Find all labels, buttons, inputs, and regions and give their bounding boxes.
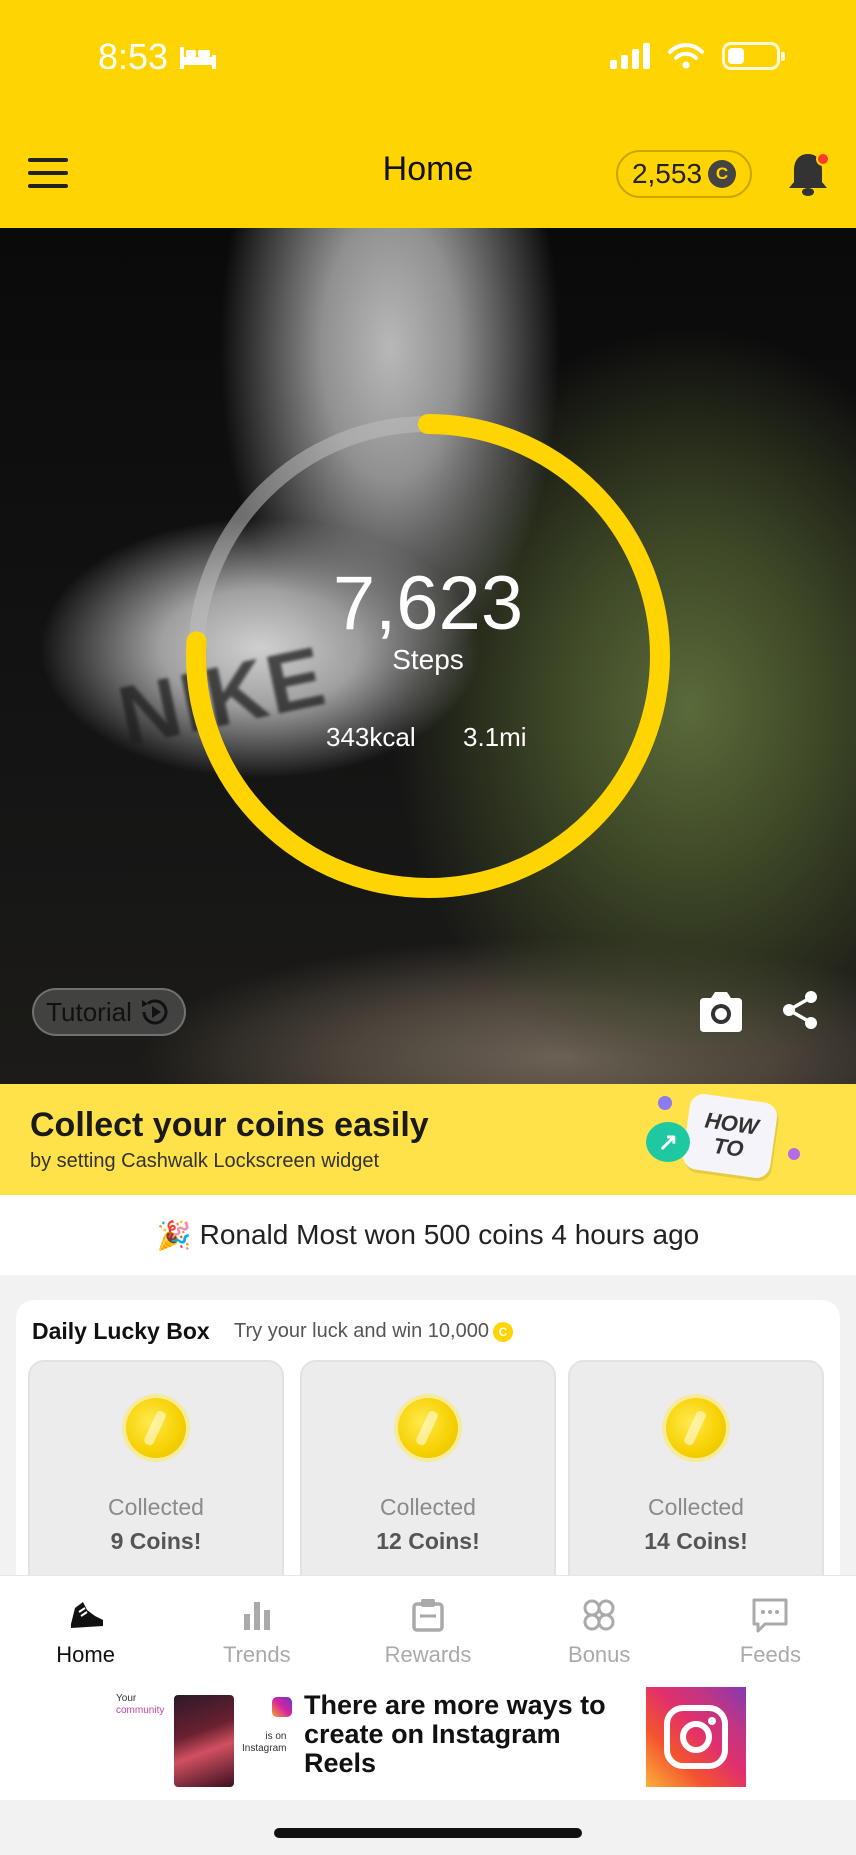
box-reward: 12 Coins! xyxy=(376,1528,480,1554)
ad-instagram: Instagram xyxy=(242,1743,287,1754)
banner-headline: Collect your coins easily xyxy=(30,1106,429,1144)
cellular-signal-icon xyxy=(610,43,650,69)
box-reward: 14 Coins! xyxy=(644,1528,748,1554)
status-icons xyxy=(610,42,785,70)
how-to-card[interactable]: HOW TO xyxy=(681,1092,779,1180)
status-time-text: 8:53 xyxy=(98,36,169,77)
lockscreen-widget-banner[interactable]: Collect your coins easily by setting Cas… xyxy=(0,1084,856,1195)
steps-hero: NIKE 7,623 Steps 343kcal 3.1mi Tutorial xyxy=(0,228,856,1084)
ad-community-text: community xyxy=(116,1705,165,1716)
daily-lucky-box: Daily Lucky Box Try your luck and win 10… xyxy=(16,1300,840,1600)
steps-label: Steps xyxy=(392,644,464,675)
tab-trends[interactable]: Trends xyxy=(171,1576,342,1685)
ad-your-text: Your xyxy=(116,1693,137,1704)
replay-icon xyxy=(141,999,168,1025)
lucky-box-title: Daily Lucky Box xyxy=(32,1318,210,1344)
coin-icon: C xyxy=(708,160,737,188)
sneaker-icon xyxy=(70,1601,103,1628)
header-area: 8:53 Home 2,553 C xyxy=(0,0,856,228)
winner-text: Ronald Most won 500 coins 4 hours ago xyxy=(199,1219,700,1250)
distance-value: 3.1mi xyxy=(463,722,527,752)
tab-bonus[interactable]: Bonus xyxy=(514,1576,685,1685)
lucky-box-item[interactable]: Collected 9 Coins! xyxy=(28,1360,284,1600)
share-icon[interactable] xyxy=(780,990,820,1030)
gold-coin-icon xyxy=(398,1398,458,1458)
clover-icon xyxy=(583,1599,615,1630)
clipboard-icon xyxy=(412,1598,444,1632)
ad-is-on-text: is on Instagram xyxy=(242,1731,286,1755)
tab-label: Feeds xyxy=(739,1641,801,1667)
gold-coin-icon xyxy=(126,1398,186,1458)
status-time: 8:53 xyxy=(98,36,218,78)
ad-headline: There are more ways to create on Instagr… xyxy=(304,1690,606,1778)
box-reward: 9 Coins! xyxy=(110,1528,202,1554)
box-status: Collected xyxy=(380,1494,476,1520)
banner-subline: by setting Cashwalk Lockscreen widget xyxy=(30,1150,380,1172)
ad-is-on: is on xyxy=(265,1731,287,1742)
tab-home[interactable]: Home xyxy=(0,1576,171,1685)
notification-badge xyxy=(816,152,830,166)
instagram-logo-icon xyxy=(646,1687,746,1787)
coin-balance: 2,553 xyxy=(631,158,703,189)
party-popper-icon: 🎉 xyxy=(156,1219,192,1251)
tab-rewards[interactable]: Rewards xyxy=(342,1576,513,1685)
decoration-dot xyxy=(788,1148,800,1160)
tutorial-label: Tutorial xyxy=(46,996,132,1027)
lucky-box-item[interactable]: Collected 14 Coins! xyxy=(568,1360,824,1600)
ad-banner[interactable]: Your community is on Instagram There are… xyxy=(0,1685,856,1800)
tab-label: Rewards xyxy=(384,1641,472,1667)
kcal-value: 343kcal xyxy=(326,722,416,752)
gold-coin-icon xyxy=(666,1398,726,1458)
bottom-tab-bar: Home Trends Rewards Bonus Feeds xyxy=(0,1575,856,1685)
lucky-box-subtitle-text: Try your luck and win 10,000 xyxy=(234,1320,489,1342)
tab-label: Trends xyxy=(222,1641,291,1667)
tab-label: Home xyxy=(56,1641,115,1667)
home-indicator[interactable] xyxy=(274,1828,582,1838)
chat-icon xyxy=(752,1598,788,1632)
arrow-up-right-icon: ↗ xyxy=(646,1122,690,1162)
coin-icon: C xyxy=(492,1321,513,1342)
tutorial-button[interactable]: Tutorial xyxy=(32,988,186,1036)
lucky-box-item[interactable]: Collected 12 Coins! xyxy=(300,1360,556,1600)
winner-ticker: 🎉 Ronald Most won 500 coins 4 hours ago xyxy=(0,1195,856,1275)
tab-feeds[interactable]: Feeds xyxy=(685,1576,856,1685)
steps-count: 7,623 xyxy=(332,561,524,646)
battery-icon xyxy=(722,42,785,70)
box-status: Collected xyxy=(108,1494,204,1520)
ad-small-text: Your community xyxy=(116,1693,164,1717)
decoration-dot xyxy=(658,1096,672,1110)
bar-chart-icon xyxy=(243,1601,270,1630)
lucky-box-subtitle: Try your luck and win 10,000 C xyxy=(234,1320,513,1343)
ad-photo xyxy=(174,1695,234,1787)
box-status: Collected xyxy=(648,1494,744,1520)
tab-label: Bonus xyxy=(568,1641,631,1667)
instagram-small-icon xyxy=(272,1697,292,1717)
coin-balance-pill[interactable]: 2,553 C xyxy=(616,150,752,198)
camera-icon[interactable] xyxy=(696,990,746,1034)
wifi-icon xyxy=(668,43,704,69)
bed-icon xyxy=(180,47,217,69)
